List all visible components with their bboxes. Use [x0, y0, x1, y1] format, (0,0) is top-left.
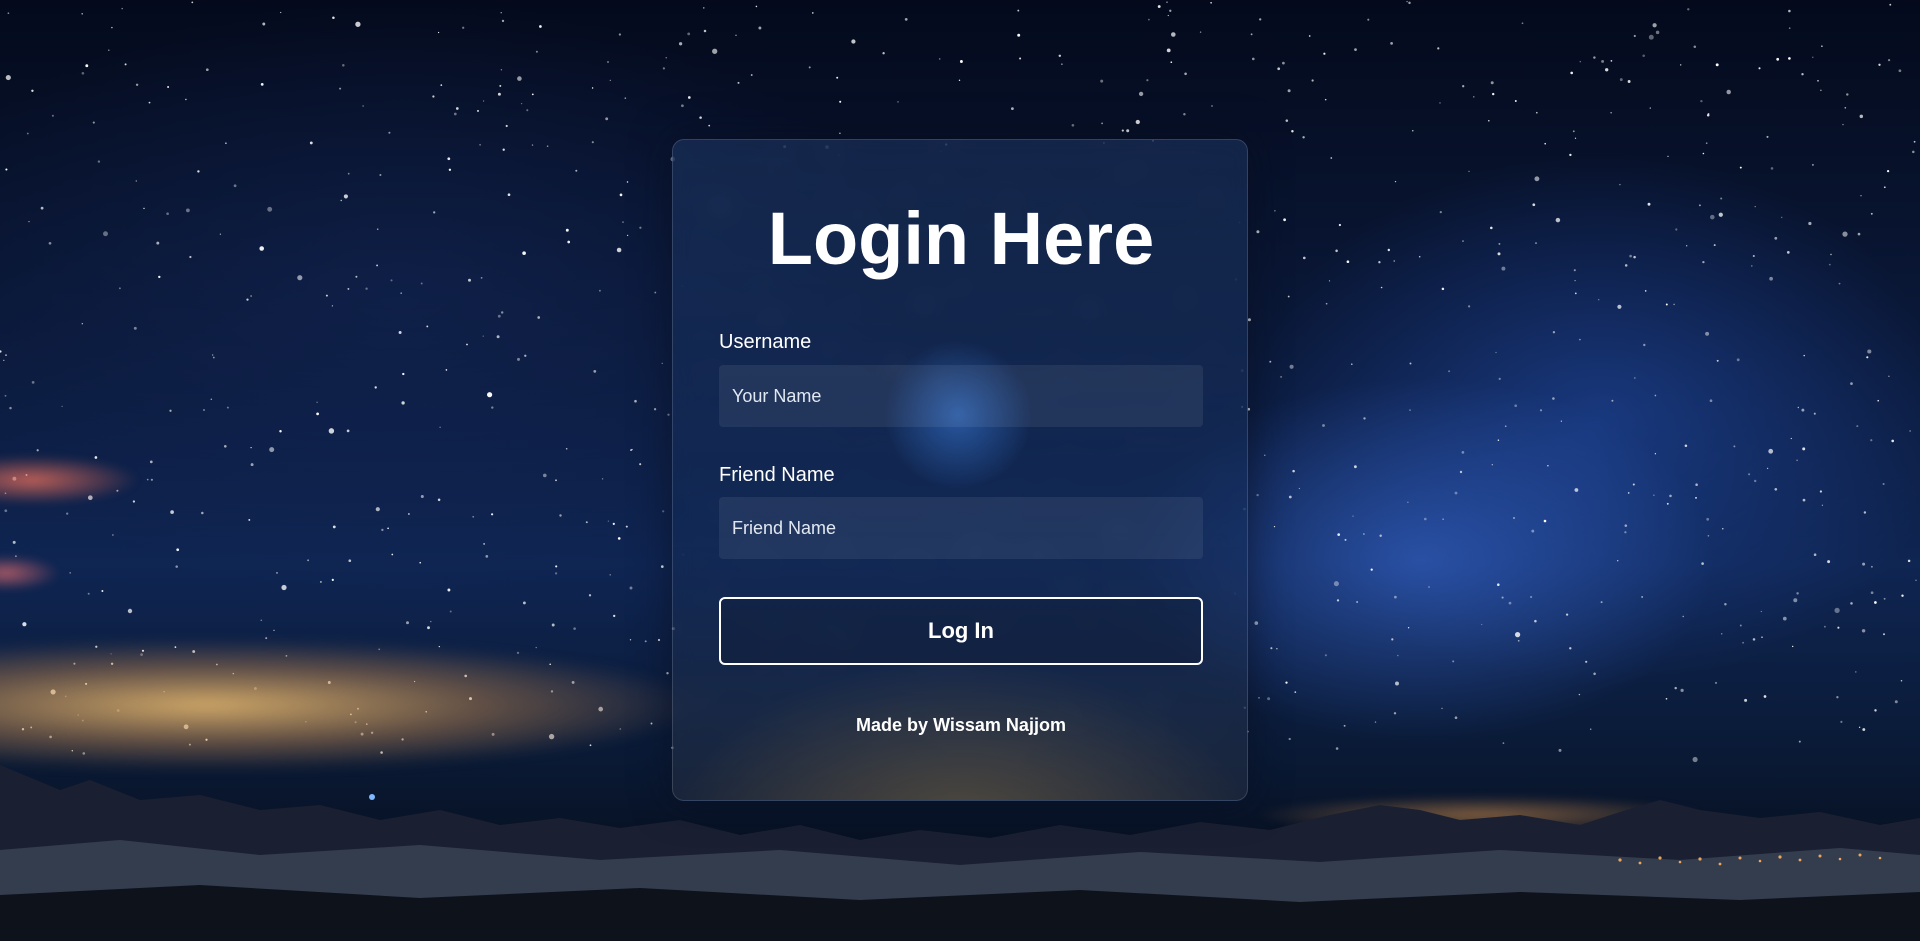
friend-name-input[interactable]	[719, 497, 1203, 559]
background-scene: Login Here Username Friend Name Log In M…	[0, 0, 1920, 941]
credit-text: Made by Wissam Najjom	[856, 715, 1066, 735]
friend-name-label: Friend Name	[719, 464, 835, 486]
cloud-glow-red-small	[0, 555, 60, 591]
username-input[interactable]	[719, 365, 1203, 427]
login-card: Login Here Username Friend Name Log In M…	[672, 139, 1248, 801]
cloud-glow-red	[0, 455, 140, 505]
login-button[interactable]: Log In	[719, 597, 1203, 665]
login-title: Login Here	[767, 197, 1155, 280]
username-label: Username	[719, 331, 812, 353]
